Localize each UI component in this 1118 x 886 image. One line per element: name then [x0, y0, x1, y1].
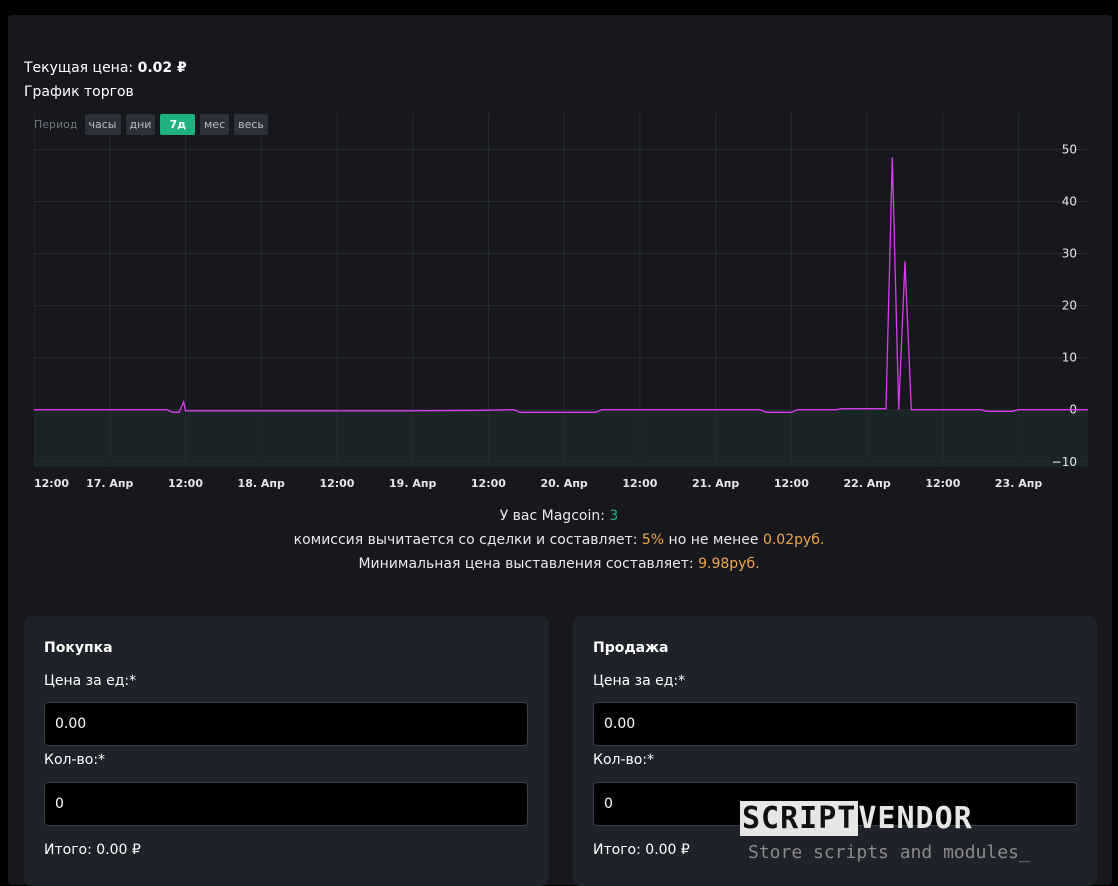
y-tick-label: 10	[1062, 351, 1077, 365]
sell-price-label: Цена за ед:*	[593, 673, 686, 689]
commission-min: 0.02руб.	[762, 532, 825, 548]
y-tick-label: 50	[1062, 142, 1077, 156]
min-price-line: Минимальная цена выставления составляет:…	[0, 556, 1118, 572]
commission-text-2: но не менее	[668, 532, 759, 548]
x-tick-label: 20. Апр	[540, 477, 587, 490]
x-tick-label: 12:00	[471, 477, 506, 490]
commission-text: комиссия вычитается со сделки и составля…	[293, 532, 638, 548]
current-price: Текущая цена: 0.02 ₽	[24, 60, 187, 76]
x-tick-label: 12:00	[622, 477, 657, 490]
buy-price-input[interactable]	[44, 702, 528, 746]
commission-line: комиссия вычитается со сделки и составля…	[0, 532, 1118, 548]
x-tick-label: 22. Апр	[843, 477, 890, 490]
x-tick-label: 19. Апр	[389, 477, 436, 490]
buy-card: Покупка Цена за ед:* Кол-во:* Итого: 0.0…	[24, 616, 549, 886]
sell-price-input[interactable]	[593, 702, 1077, 746]
y-tick-label: 30	[1062, 247, 1077, 261]
period-selector: Период часы дни 7д мес весь	[34, 114, 268, 135]
current-price-label: Текущая цена:	[24, 60, 134, 76]
period-button-days[interactable]: дни	[125, 114, 156, 135]
period-button-all[interactable]: весь	[234, 114, 268, 135]
chart-svg: 50403020100−1012:00 17. Апр 12:00 18. Апр 12…	[34, 113, 1088, 490]
y-tick-label: 40	[1062, 195, 1077, 209]
x-tick-label: 12:00	[34, 477, 69, 490]
y-tick-label: 20	[1062, 299, 1077, 313]
balance-line: У вас Magcoin: 3	[0, 508, 1118, 524]
x-tick-label: 12:00	[925, 477, 960, 490]
x-tick-label: 17. Апр	[86, 477, 133, 490]
period-button-7d[interactable]: 7д	[160, 114, 195, 135]
x-tick-label: 18. Апр	[238, 477, 285, 490]
current-price-value: 0.02 ₽	[137, 60, 187, 76]
buy-qty-label: Кол-во:*	[44, 752, 106, 768]
price-line-series	[34, 157, 1088, 413]
price-chart[interactable]: 50 40 30 20 10 0 −10 12:00 17. Апр 12:00 18. Апр 12…	[34, 113, 1088, 498]
negative-area	[34, 409, 1088, 467]
period-label: Период	[34, 118, 78, 131]
watermark-tagline: Store scripts and modules_	[748, 842, 1030, 863]
buy-title: Покупка	[44, 640, 113, 656]
commission-percent: 5%	[641, 532, 665, 548]
x-tick-label: 12:00	[168, 477, 203, 490]
sell-qty-label: Кол-во:*	[593, 752, 655, 768]
period-button-month[interactable]: мес	[200, 114, 230, 135]
min-price-value: 9.98руб.	[698, 556, 760, 572]
sell-total: Итого: 0.00 ₽	[593, 842, 690, 858]
x-tick-label: 21. Апр	[692, 477, 739, 490]
watermark-brand-part1: SCRIPT	[740, 801, 859, 836]
watermark-logo: SCRIPTVENDOR Store scripts and modules_	[740, 801, 1110, 871]
buy-qty-input[interactable]	[44, 782, 528, 826]
x-tick-label: 23. Апр	[995, 477, 1042, 490]
y-tick-label: −10	[1052, 455, 1077, 469]
buy-total: Итого: 0.00 ₽	[44, 842, 141, 858]
period-button-hours[interactable]: часы	[84, 114, 121, 135]
x-tick-label: 12:00	[319, 477, 354, 490]
balance-label: У вас Magcoin:	[499, 508, 605, 524]
min-price-text: Минимальная цена выставления составляет:	[358, 556, 694, 572]
x-tick-label: 12:00	[774, 477, 809, 490]
sell-title: Продажа	[593, 640, 669, 656]
balance-value: 3	[609, 508, 619, 524]
watermark-brand: SCRIPTVENDOR	[740, 801, 973, 836]
buy-price-label: Цена за ед:*	[44, 673, 137, 689]
watermark-brand-part2: VENDOR	[858, 801, 973, 836]
graph-title: График торгов	[24, 84, 134, 100]
